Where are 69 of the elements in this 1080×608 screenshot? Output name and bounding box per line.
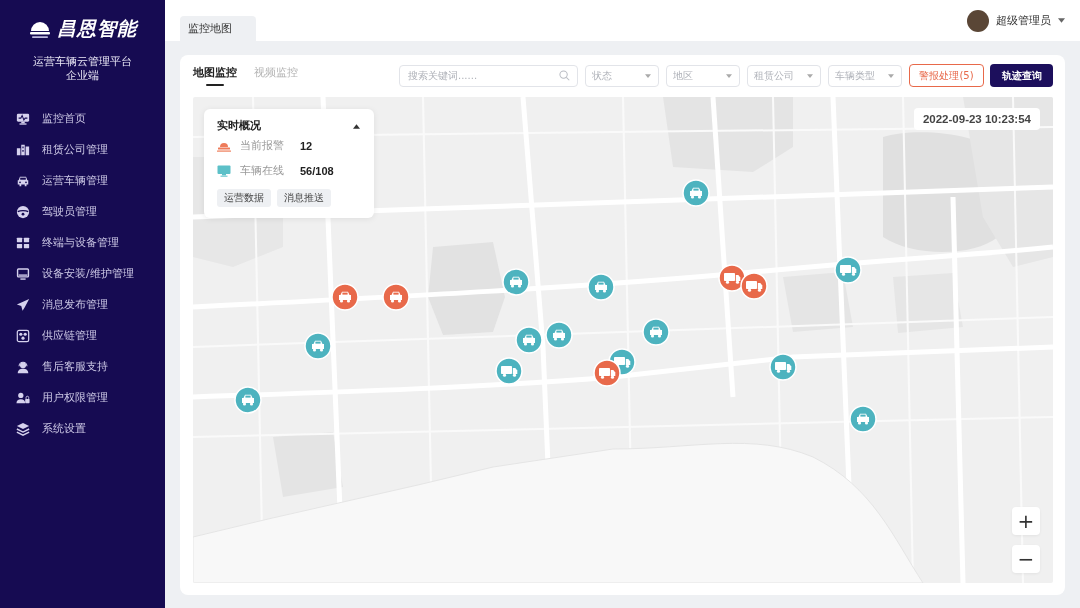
- truck-marker-icon[interactable]: [494, 357, 523, 386]
- filter-dropdown[interactable]: 租赁公司: [747, 64, 821, 87]
- display-icon: [16, 266, 30, 281]
- paper-plane-icon: [16, 297, 30, 312]
- user-lock-icon: [16, 390, 30, 405]
- user-name[interactable]: 超级管理员: [996, 13, 1051, 28]
- caret-down-icon: [888, 73, 894, 78]
- monitor-icon: [217, 164, 231, 177]
- caret-up-icon[interactable]: [353, 123, 360, 129]
- sidebar-item[interactable]: 消息发布管理: [0, 289, 165, 320]
- car-marker-icon[interactable]: [234, 385, 263, 414]
- caret-down-icon: [726, 73, 732, 78]
- car-marker-icon[interactable]: [641, 318, 670, 347]
- truck-marker-icon[interactable]: [592, 359, 621, 388]
- car-marker-icon[interactable]: [848, 405, 877, 434]
- stat-value: 12: [300, 139, 313, 152]
- truck-marker-icon[interactable]: [768, 353, 797, 382]
- caret-down-icon: [807, 73, 813, 78]
- filter-dropdown[interactable]: 车辆类型: [828, 64, 902, 87]
- filter-dropdown[interactable]: 状态: [585, 64, 659, 87]
- monitor-icon: [16, 111, 30, 126]
- steering-wheel-icon: [16, 204, 30, 219]
- stat-label: 当前报警: [240, 138, 285, 153]
- sidebar-item[interactable]: 系统设置: [0, 413, 165, 444]
- sidebar-item[interactable]: 监控首页: [0, 103, 165, 134]
- truck-marker-icon[interactable]: [739, 272, 768, 301]
- query-button[interactable]: 轨迹查询: [990, 64, 1053, 87]
- cluster-icon: [16, 328, 30, 343]
- sidebar-item[interactable]: 终端与设备管理: [0, 227, 165, 258]
- sidebar-item[interactable]: 运营车辆管理: [0, 165, 165, 196]
- search-icon[interactable]: [559, 69, 570, 81]
- car-marker-icon[interactable]: [515, 326, 544, 354]
- search-field[interactable]: 搜索关键词......: [399, 64, 578, 87]
- caret-down-icon[interactable]: [1058, 18, 1065, 23]
- car-marker-icon[interactable]: [331, 283, 360, 312]
- overview-button[interactable]: 运营数据: [217, 189, 271, 207]
- sidebar-item[interactable]: 驾驶员管理: [0, 196, 165, 227]
- page-tab[interactable]: 监控地图: [180, 16, 256, 41]
- brand-name: 昌恩智能: [56, 16, 137, 41]
- car-marker-icon[interactable]: [303, 331, 332, 360]
- car-marker-icon[interactable]: [682, 179, 711, 208]
- view-tab[interactable]: 地图监控: [193, 64, 237, 86]
- car-marker-icon[interactable]: [545, 321, 574, 350]
- filter-dropdown[interactable]: 地区: [666, 64, 740, 87]
- layers-icon: [16, 421, 30, 436]
- sidebar-item[interactable]: 租赁公司管理: [0, 134, 165, 165]
- car-marker-icon[interactable]: [502, 268, 531, 297]
- grid-icon: [16, 235, 30, 250]
- edition-label: 企业端: [66, 69, 99, 83]
- caret-down-icon: [645, 73, 651, 78]
- car-marker-icon[interactable]: [586, 273, 615, 301]
- map-timestamp: 2022-09-23 10:23:54: [913, 108, 1040, 130]
- stat-value: 56/108: [300, 164, 334, 177]
- overview-button[interactable]: 消息推送: [277, 189, 331, 207]
- zoom-out-button[interactable]: −: [1012, 545, 1040, 573]
- zoom-in-button[interactable]: +: [1012, 507, 1040, 535]
- sidebar-item[interactable]: 售后客服支持: [0, 351, 165, 382]
- sidebar-item[interactable]: 用户权限管理: [0, 382, 165, 413]
- truck-marker-icon[interactable]: [834, 256, 863, 284]
- support-agent-icon: [16, 359, 30, 374]
- logo-icon: [28, 19, 51, 39]
- building-icon: [16, 142, 30, 157]
- stat-label: 车辆在线: [240, 163, 285, 178]
- platform-name: 运营车辆云管理平台: [33, 55, 132, 69]
- sidebar-item[interactable]: 设备安装/维护管理: [0, 258, 165, 289]
- car-marker-icon[interactable]: [381, 283, 410, 312]
- panel-title: 实时概况: [217, 119, 261, 133]
- sidebar-item[interactable]: 供应链管理: [0, 320, 165, 351]
- avatar[interactable]: [967, 9, 989, 32]
